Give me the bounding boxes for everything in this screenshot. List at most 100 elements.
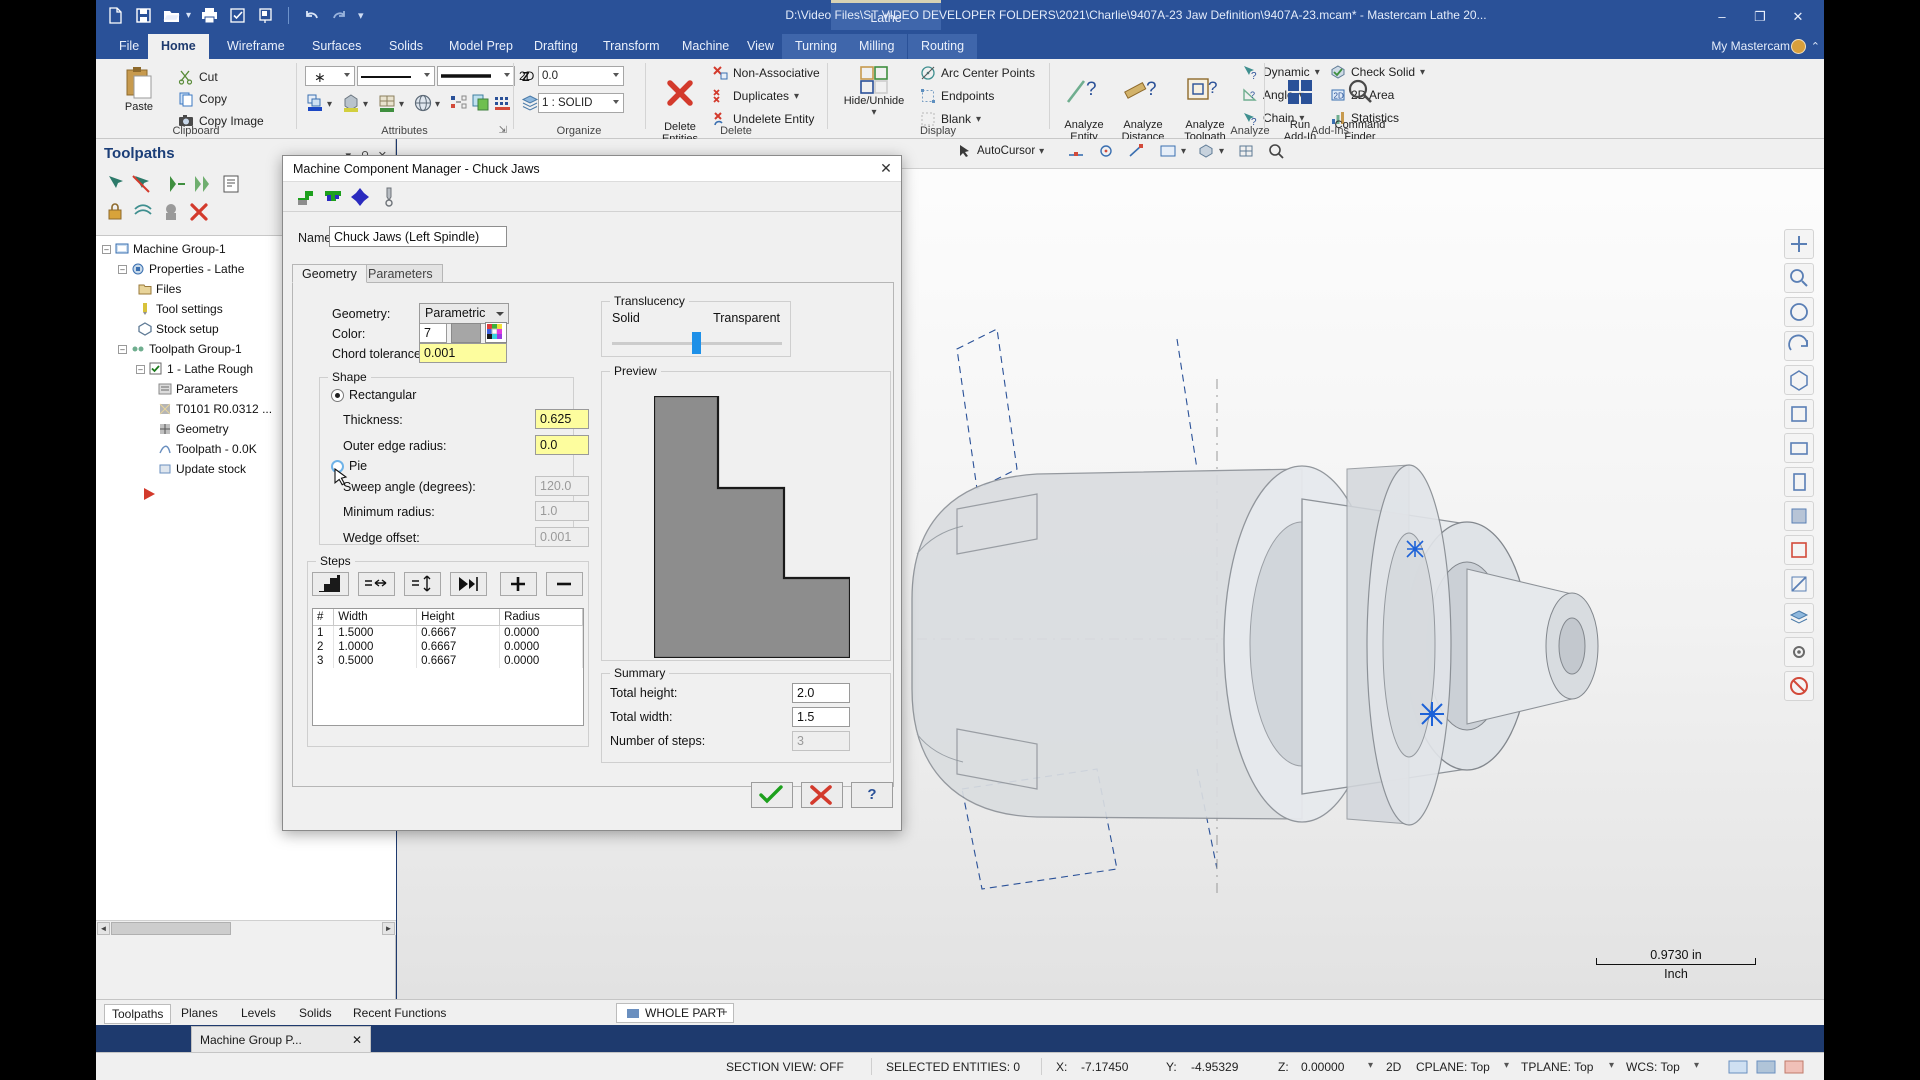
equal-width-button[interactable]	[358, 572, 395, 596]
level-select[interactable]: 1 : SOLID	[538, 93, 624, 113]
autocursor-dropdown-icon[interactable]: ▾	[1039, 146, 1044, 157]
save-icon[interactable]	[134, 6, 153, 25]
tab-wireframe[interactable]: Wireframe	[214, 34, 298, 59]
line-width-select[interactable]	[437, 66, 515, 86]
user-avatar[interactable]	[1791, 39, 1806, 54]
color-swatch[interactable]	[451, 323, 481, 343]
center-tailstock-icon[interactable]	[378, 186, 400, 208]
rectangular-radio[interactable]	[331, 389, 344, 402]
machine-component-manager-dialog[interactable]: Machine Component Manager - Chuck Jaws ✕…	[282, 155, 902, 831]
ribbon-collapse-icon[interactable]: ⌃	[1811, 40, 1820, 53]
wedge-offset-input[interactable]	[535, 527, 589, 547]
bottom-tab-levels[interactable]: Levels	[234, 1004, 283, 1022]
non-associative-button[interactable]: Non-Associative	[712, 65, 820, 81]
bottom-tab-planes[interactable]: Planes	[174, 1004, 225, 1022]
tab-home[interactable]: Home	[148, 34, 209, 59]
material-dropdown-icon[interactable]: ▾	[435, 99, 440, 110]
snap-center-icon[interactable]	[1097, 143, 1115, 159]
table-row[interactable]: 1 1.5000 0.6667 0.0000	[313, 625, 583, 640]
chuck-body-icon[interactable]	[349, 186, 371, 208]
paste-button[interactable]: Paste	[108, 65, 170, 113]
sweep-angle-input[interactable]	[535, 476, 589, 496]
tplane-dropdown-icon[interactable]: ▾	[1609, 1060, 1614, 1071]
ok-button[interactable]	[751, 782, 793, 808]
tab-transform[interactable]: Transform	[590, 34, 673, 59]
hide-unhide-button[interactable]: Hide/Unhide ▾	[836, 65, 912, 118]
toolpaths-horizontal-scrollbar[interactable]: ◄ ►	[96, 920, 396, 935]
tab-model-prep[interactable]: Model Prep	[436, 34, 526, 59]
cell-width[interactable]: 1.0000	[333, 640, 418, 654]
maximize-button[interactable]: ❐	[1742, 5, 1778, 29]
top-view-icon[interactable]	[1784, 399, 1814, 429]
zoom-window-icon[interactable]	[1784, 297, 1814, 327]
surface-color-icon[interactable]	[377, 93, 397, 116]
duplicates-dropdown-icon[interactable]: ▾	[794, 91, 799, 102]
right-view-icon[interactable]	[1784, 467, 1814, 497]
tab-routing[interactable]: Routing	[908, 34, 978, 59]
tree-node-operation-1[interactable]: – 1 - Lathe Rough	[136, 362, 253, 376]
bottom-tab-solids[interactable]: Solids	[292, 1004, 339, 1022]
table-row[interactable]: 3 0.5000 0.6667 0.0000	[313, 654, 583, 668]
tree-node-geometry[interactable]: Geometry	[158, 422, 229, 436]
delete-toolpath-icon[interactable]	[188, 201, 210, 223]
tree-node-files[interactable]: Files	[138, 282, 181, 296]
customize-icon[interactable]: ▾	[358, 9, 364, 22]
front-view-icon[interactable]	[1784, 433, 1814, 463]
cell-radius[interactable]: 0.0000	[499, 654, 583, 668]
endpoints-button[interactable]: Endpoints	[920, 88, 994, 104]
wcs-dropdown-icon[interactable]: ▾	[1694, 1060, 1699, 1071]
z-dropdown-icon[interactable]: ▾	[1368, 1060, 1373, 1071]
lock-icon[interactable]	[104, 201, 126, 223]
point-style-select[interactable]: ∗	[305, 66, 355, 86]
redo-icon[interactable]	[330, 6, 349, 25]
open-dropdown-icon[interactable]: ▾	[186, 10, 191, 21]
display-grid-icon[interactable]	[1728, 1060, 1748, 1077]
tab-machine[interactable]: Machine	[669, 34, 742, 59]
bottom-tab-toolpaths[interactable]: Toolpaths	[104, 1004, 172, 1024]
material-globe-icon[interactable]	[413, 93, 433, 116]
whole-part-tab[interactable]: WHOLE PART	[616, 1003, 735, 1023]
outer-edge-radius-input[interactable]	[535, 435, 589, 455]
reverse-steps-button[interactable]	[450, 572, 487, 596]
scroll-left-icon[interactable]: ◄	[97, 922, 110, 935]
tab-file[interactable]: File	[106, 34, 152, 59]
print-icon[interactable]	[200, 6, 219, 25]
expander-icon[interactable]: –	[136, 364, 145, 374]
steps-table[interactable]: # Width Height Radius 1 1.5000 0.6667 0.…	[312, 608, 584, 726]
post-icon[interactable]	[220, 173, 242, 195]
snap-midpoint-icon[interactable]	[1067, 143, 1085, 159]
arc-center-points-button[interactable]: Arc Center Points	[920, 65, 1035, 81]
step-shape-button[interactable]	[312, 572, 349, 596]
cell-width[interactable]: 0.5000	[333, 654, 418, 668]
set-level-icon[interactable]	[449, 93, 469, 116]
section-view-status[interactable]: SECTION VIEW: OFF	[726, 1060, 844, 1074]
select-none-icon[interactable]	[130, 173, 152, 195]
shading-dropdown[interactable]: ▾	[1197, 143, 1224, 159]
tree-node-parameters[interactable]: Parameters	[158, 382, 238, 396]
dynamic-rotate-icon[interactable]	[1784, 331, 1814, 361]
table-row[interactable]: 2 1.0000 0.6667 0.0000	[313, 640, 583, 654]
machine-group-properties-tab[interactable]: Machine Group P... ✕	[191, 1026, 371, 1054]
tab-geometry[interactable]: Geometry	[292, 264, 367, 283]
wireframe-color-icon[interactable]	[305, 93, 325, 116]
levels-manager-icon[interactable]	[1784, 603, 1814, 633]
cell-height[interactable]: 0.6667	[416, 625, 501, 640]
minimum-radius-input[interactable]	[535, 501, 589, 521]
scroll-thumb[interactable]	[111, 922, 231, 935]
bottom-tab-recent-functions[interactable]: Recent Functions	[346, 1004, 453, 1022]
attributes-dialog-launcher-icon[interactable]: ⇲	[499, 125, 507, 136]
tree-insert-arrow[interactable]	[142, 486, 156, 500]
tab-turning[interactable]: Turning	[782, 34, 850, 59]
tab-milling[interactable]: Milling	[846, 34, 908, 59]
tree-node-update-stock[interactable]: Update stock	[158, 462, 246, 476]
remove-step-button[interactable]	[546, 572, 583, 596]
tab-surfaces[interactable]: Surfaces	[299, 34, 374, 59]
color-number-input[interactable]	[419, 323, 447, 343]
minimize-button[interactable]: –	[1704, 5, 1740, 29]
user-account-label[interactable]: My Mastercam	[1711, 39, 1790, 53]
name-input[interactable]	[329, 226, 507, 247]
unzoom-icon[interactable]	[1784, 263, 1814, 293]
tree-node-toolpath-group[interactable]: – Toolpath Group-1	[118, 342, 242, 356]
backplot-icon[interactable]	[256, 6, 275, 25]
chuck-jaw-flat-icon[interactable]	[322, 186, 344, 208]
